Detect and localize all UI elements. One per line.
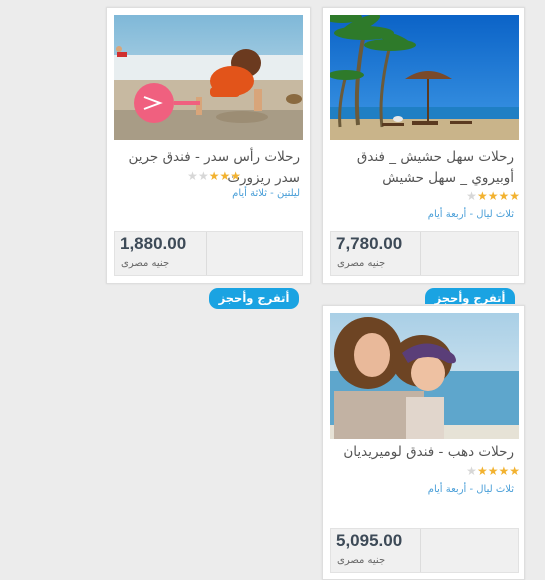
offer-duration: ثلاث ليال - أربعة أيام <box>427 484 514 495</box>
star-icon: ★ <box>187 169 198 183</box>
price-divider <box>206 232 207 275</box>
star-icon: ★ <box>208 169 220 183</box>
star-icon: ★ <box>476 464 488 478</box>
star-icon: ★ <box>219 169 231 183</box>
price-box: 7,780.00 جنيه مصرى <box>330 231 519 276</box>
star-icon: ★ <box>466 464 477 478</box>
price-currency: جنيه مصرى <box>121 258 170 269</box>
offer-image[interactable] <box>114 15 303 140</box>
star-icon: ★ <box>476 189 488 203</box>
price-currency: جنيه مصرى <box>337 555 386 566</box>
star-rating: ★★★★★ <box>466 465 520 477</box>
star-rating: ★★★★★ <box>466 190 520 202</box>
price-value: 7,780.00 <box>336 234 403 253</box>
offer-card[interactable]: رحلات رأس سدر - فندق جرين سدر ريزورت ★★★… <box>106 7 311 284</box>
price-value: 1,880.00 <box>120 234 187 253</box>
star-icon: ★ <box>509 464 520 478</box>
star-icon: ★ <box>498 464 510 478</box>
star-rating: ★★★★★ <box>187 170 241 182</box>
offer-image[interactable] <box>330 313 519 439</box>
price-divider <box>420 529 421 572</box>
book-button[interactable]: أتفرج وأحجز <box>209 288 299 309</box>
offer-card[interactable]: رحلات دهب - فندق لوميريديان ★★★★★ ثلاث ل… <box>322 305 525 580</box>
star-icon: ★ <box>498 189 510 203</box>
price-divider <box>420 232 421 275</box>
star-icon: ★ <box>197 169 209 183</box>
price-currency: جنيه مصرى <box>337 258 386 269</box>
offer-title[interactable]: رحلات دهب - فندق لوميريديان <box>333 442 514 463</box>
star-icon: ★ <box>466 189 477 203</box>
offer-image[interactable] <box>330 15 519 140</box>
offer-title[interactable]: رحلات سهل حشيش _ فندق أوبيروي _ سهل حشيش <box>333 147 514 189</box>
price-box: 1,880.00 جنيه مصرى <box>114 231 303 276</box>
price-value: 5,095.00 <box>336 531 403 550</box>
price-box: 5,095.00 جنيه مصرى <box>330 528 519 573</box>
star-icon: ★ <box>487 464 499 478</box>
offer-card[interactable]: رحلات سهل حشيش _ فندق أوبيروي _ سهل حشيش… <box>322 7 525 284</box>
offer-duration: ليلتين - ثلاثة أيام <box>232 188 300 199</box>
star-icon: ★ <box>487 189 499 203</box>
star-icon: ★ <box>230 169 241 183</box>
offer-duration: ثلاث ليال - أربعة أيام <box>427 209 514 220</box>
book-button[interactable]: أتفرج وأحجز <box>425 288 515 305</box>
star-icon: ★ <box>509 189 520 203</box>
